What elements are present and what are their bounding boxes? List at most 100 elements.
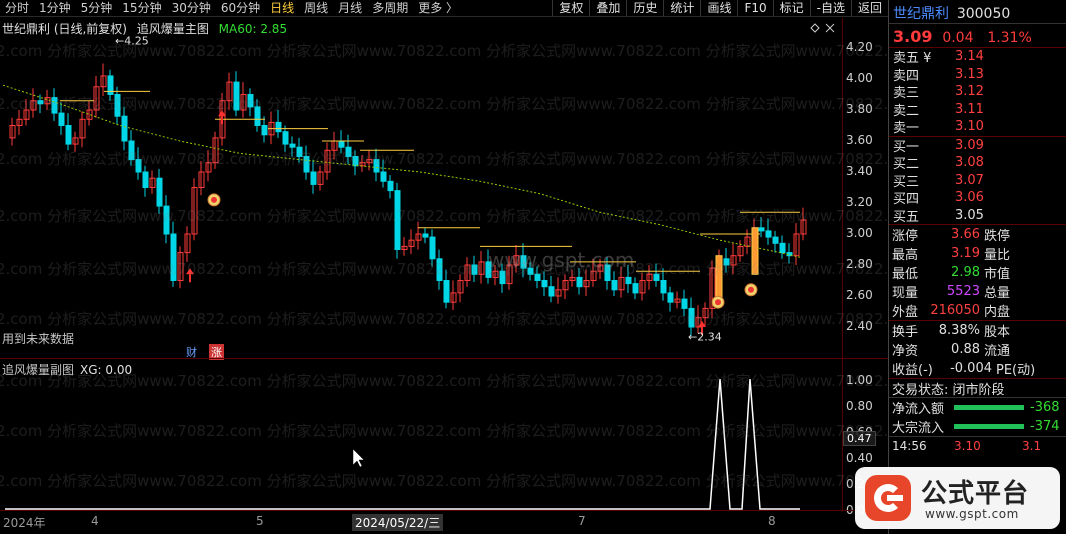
date-label: 2024/05/22/三 bbox=[352, 514, 444, 531]
toolbar-button-7[interactable]: -自选 bbox=[809, 0, 851, 17]
period-tab-5[interactable]: 60分钟 bbox=[216, 0, 265, 17]
fund-flow: 净流入额 -368 大宗流入 -374 bbox=[889, 398, 1066, 436]
stat-value: 2.98 bbox=[951, 265, 980, 280]
bid-row[interactable]: 买一 3.09 bbox=[889, 137, 1066, 155]
price-tick: 4.00 bbox=[846, 71, 873, 85]
main-kline-chart[interactable]: ←4.25 ←2.34 世纪鼎利 (日线,前复权) 追风爆量主图 MA60: 2.… bbox=[0, 18, 888, 360]
toolbar-button-0[interactable]: 复权 bbox=[552, 0, 589, 17]
flow-bar bbox=[954, 405, 1024, 410]
bid-price: 3.05 bbox=[955, 207, 984, 223]
toolbar-button-1[interactable]: 叠加 bbox=[589, 0, 626, 17]
logo-mark-icon bbox=[865, 475, 911, 521]
main-chart-title: 世纪鼎利 (日线,前复权) 追风爆量主图 MA60: 2.85 bbox=[2, 20, 293, 37]
sub-chart-title: 追风爆量副图 XG: 0.00 bbox=[2, 361, 132, 378]
tick-row: 14:56 3.10 3.1 bbox=[889, 436, 1066, 454]
price-tick: 3.80 bbox=[846, 102, 873, 116]
stock-period-label[interactable]: 世纪鼎利 (日线,前复权) bbox=[2, 22, 127, 36]
date-label: 5 bbox=[256, 514, 264, 528]
bid-row[interactable]: 买三 3.07 bbox=[889, 172, 1066, 190]
toolbar-button-2[interactable]: 历史 bbox=[626, 0, 663, 17]
price-tick: 3.40 bbox=[846, 164, 873, 178]
period-tab-9[interactable]: 多周期 bbox=[367, 0, 413, 17]
stat-value: -0.004 bbox=[950, 361, 992, 376]
stat-key-2: 股本 bbox=[984, 325, 1011, 340]
period-tab-8[interactable]: 月线 bbox=[333, 0, 367, 17]
flow-value: -374 bbox=[1030, 419, 1060, 434]
stock-code: 300050 bbox=[956, 6, 1011, 22]
bid-label: 买一 bbox=[893, 139, 920, 155]
ask-price: 3.14 bbox=[955, 49, 984, 65]
sub-tick: 0.80 bbox=[846, 399, 873, 413]
stat-key: 外盘 bbox=[892, 305, 919, 320]
sub-indicator-name[interactable]: 追风爆量副图 bbox=[2, 363, 74, 377]
tick-next: 3.1 bbox=[1022, 438, 1042, 453]
sub-indicator-chart[interactable]: 追风爆量副图XG: 0.00 1.000.800.600.400.200.00 … bbox=[0, 358, 888, 517]
share-stats: 换手 8.38% 股本 净资 0.88 流通 收益(-) -0.004 PE(动) bbox=[889, 321, 1066, 379]
ma60-label: MA60: 2.85 bbox=[218, 22, 288, 36]
period-tab-6[interactable]: 日线 bbox=[265, 0, 299, 17]
date-label: 2024年 bbox=[3, 516, 46, 530]
date-axis: 2024年 4 5 2024/05/22/三 7 8 bbox=[0, 510, 888, 534]
price-tick: 2.40 bbox=[846, 319, 873, 333]
bid-label: 买五 bbox=[893, 209, 920, 225]
toolbar-button-3[interactable]: 统计 bbox=[663, 0, 700, 17]
ask-row[interactable]: 卖四 3.13 bbox=[889, 66, 1066, 84]
stat-key: 最高 bbox=[892, 248, 919, 263]
bid-row[interactable]: 买二 3.08 bbox=[889, 154, 1066, 172]
bid-price: 3.07 bbox=[955, 172, 984, 188]
bid-row[interactable]: 买四 3.06 bbox=[889, 189, 1066, 207]
price-tick: 3.60 bbox=[846, 133, 873, 147]
ask-row[interactable]: 卖一 3.10 bbox=[889, 118, 1066, 136]
sub-indicator-canvas[interactable] bbox=[0, 359, 888, 511]
stock-header[interactable]: 世纪鼎利 300050 bbox=[889, 0, 1066, 24]
period-tab-3[interactable]: 15分钟 bbox=[117, 0, 166, 17]
ask-row[interactable]: 卖三 3.12 bbox=[889, 83, 1066, 101]
toolbar-button-4[interactable]: 画线 bbox=[700, 0, 737, 17]
period-tab-0[interactable]: 分时 bbox=[0, 0, 34, 17]
stat-row: 收益(-) -0.004 PE(动) bbox=[889, 359, 1066, 378]
stat-row: 净资 0.88 流通 bbox=[889, 340, 1066, 359]
price-tick: 4.20 bbox=[846, 40, 873, 54]
quote-panel: 世纪鼎利 300050 3.09 0.04 1.31% 卖五 ¥ 3.14 卖四 3.… bbox=[888, 0, 1066, 534]
period-tab-7[interactable]: 周线 bbox=[299, 0, 333, 17]
stat-row: 涨停 3.66 跌停 bbox=[889, 225, 1066, 244]
toolbar-button-6[interactable]: 标记 bbox=[772, 0, 810, 17]
last-price: 3.09 bbox=[893, 27, 933, 46]
sub-tick: 0.40 bbox=[846, 451, 873, 465]
period-tab-1[interactable]: 1分钟 bbox=[34, 0, 76, 17]
flow-value: -368 bbox=[1030, 400, 1060, 415]
ask-row[interactable]: 卖二 3.11 bbox=[889, 101, 1066, 119]
stat-key-2: 量比 bbox=[984, 248, 1011, 263]
flow-bar bbox=[954, 424, 1024, 429]
ask-price: 3.10 bbox=[955, 119, 984, 135]
main-indicator-name[interactable]: 追风爆量主图 bbox=[137, 22, 209, 36]
stat-key: 涨停 bbox=[892, 229, 919, 244]
toolbar-button-8[interactable]: 返回 bbox=[850, 0, 888, 17]
stat-value: 5523 bbox=[946, 284, 980, 299]
period-tab-2[interactable]: 5分钟 bbox=[76, 0, 118, 17]
ask-price: 3.11 bbox=[955, 101, 984, 117]
stat-row: 最低 2.98 市值 bbox=[889, 263, 1066, 282]
period-tab-4[interactable]: 30分钟 bbox=[167, 0, 216, 17]
period-toolbar: 分时 1分钟 5分钟 15分钟 30分钟 60分钟 日线 周线 月线 多周期 更多 〉 复权 叠加 历史… bbox=[0, 0, 888, 17]
ask-row[interactable]: 卖五 ¥ 3.14 bbox=[889, 48, 1066, 66]
stat-value: 3.66 bbox=[951, 227, 980, 242]
stat-key-2: 市值 bbox=[984, 267, 1011, 282]
tick-price: 3.10 bbox=[954, 438, 981, 453]
stat-key: 收益(-) bbox=[892, 363, 933, 378]
price-stats: 涨停 3.66 跌停 最高 3.19 量比 最低 2.98 市值 现量 5523 总量 外盘 216050… bbox=[889, 225, 1066, 321]
future-data-hint: 用到未来数据 bbox=[2, 332, 75, 346]
bid-row[interactable]: 买五 3.05 bbox=[889, 207, 1066, 225]
axis-separator bbox=[842, 18, 843, 510]
stat-key: 现量 bbox=[892, 286, 919, 301]
period-tab-10[interactable]: 更多 〉 bbox=[413, 0, 463, 17]
ask-price: 3.13 bbox=[955, 66, 984, 82]
xg-label: XG: 0.00 bbox=[80, 363, 133, 377]
toolbar-button-5[interactable]: F10 bbox=[737, 0, 772, 17]
bid-label: 买三 bbox=[893, 174, 920, 190]
kline-canvas[interactable]: ←4.25←2.34 bbox=[0, 18, 888, 358]
price-tick: 3.00 bbox=[846, 226, 873, 240]
price-tick: 2.80 bbox=[846, 257, 873, 271]
stock-name: 世纪鼎利 bbox=[893, 6, 949, 22]
flow-row: 大宗流入 -374 bbox=[889, 417, 1066, 436]
